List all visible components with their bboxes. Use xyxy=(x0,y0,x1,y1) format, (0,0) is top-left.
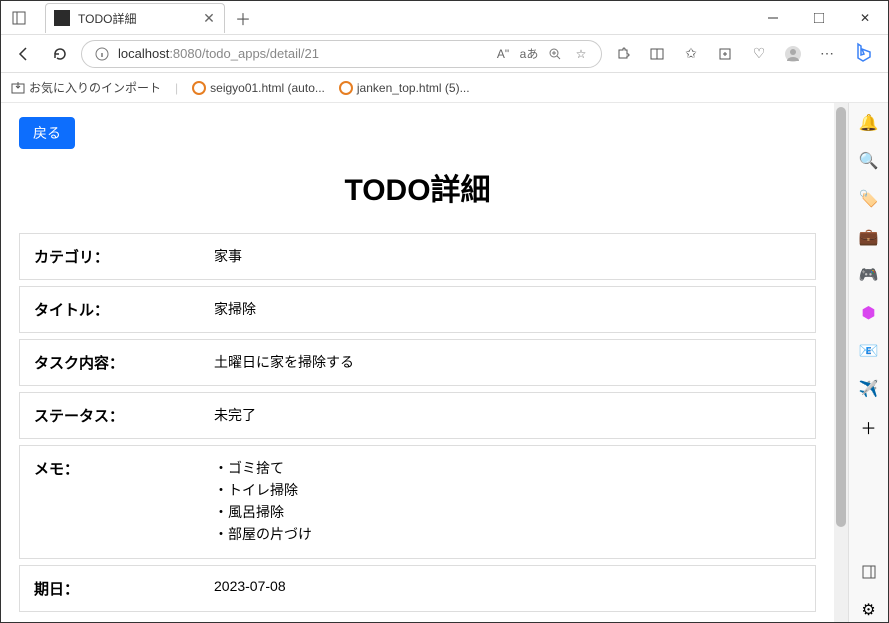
favorites-icon[interactable]: ✩ xyxy=(676,39,706,69)
bookmark-item-1[interactable]: seigyo01.html (auto... xyxy=(192,81,325,95)
label-category: カテゴリ： xyxy=(34,246,214,267)
scrollbar[interactable] xyxy=(834,103,848,622)
memo-line: ・風呂掃除 xyxy=(214,502,801,522)
bookmark-item-2[interactable]: janken_top.html (5)... xyxy=(339,81,470,95)
row-due: 期日： 2023-07-08 xyxy=(19,565,816,612)
label-task: タスク内容： xyxy=(34,352,214,373)
window-titlebar: TODO詳細 ✕ ＋ ✕ xyxy=(1,1,888,35)
performance-icon[interactable]: ♡ xyxy=(744,39,774,69)
bookmarks-bar: お気に入りのインポート | seigyo01.html (auto... jan… xyxy=(1,73,888,103)
tab-title: TODO詳細 xyxy=(78,10,194,27)
label-memo: メモ： xyxy=(34,458,214,546)
value-due: 2023-07-08 xyxy=(214,578,801,599)
site-info-icon[interactable] xyxy=(92,44,112,64)
label-status: ステータス： xyxy=(34,405,214,426)
reading-mode-icon[interactable]: A" xyxy=(493,44,513,64)
tab-actions-icon[interactable] xyxy=(5,4,33,32)
translate-icon[interactable]: aあ xyxy=(519,44,539,64)
address-bar[interactable]: localhost:8080/todo_apps/detail/21 A" aあ… xyxy=(81,40,602,68)
detail-table: カテゴリ： 家事 タイトル： 家掃除 タスク内容： 土曜日に家を掃除する ステー… xyxy=(19,233,816,612)
notifications-icon[interactable]: 🔔 xyxy=(857,111,881,135)
settings-gear-icon[interactable]: ⚙ xyxy=(857,598,881,622)
shopping-tag-icon[interactable]: 🏷️ xyxy=(857,187,881,211)
value-title: 家掃除 xyxy=(214,299,801,320)
main-wrapper: 戻る TODO詳細 カテゴリ： 家事 タイトル： 家掃除 タスク内容： 土曜日に… xyxy=(1,103,888,622)
value-memo: ・ゴミ捨て・トイレ掃除・風呂掃除・部屋の片づけ xyxy=(214,458,801,546)
value-status: 未完了 xyxy=(214,405,801,426)
search-icon[interactable]: 🔍 xyxy=(857,149,881,173)
split-screen-icon[interactable] xyxy=(642,39,672,69)
tab-favicon-icon xyxy=(54,10,70,26)
tab-strip: TODO詳細 ✕ ＋ xyxy=(33,1,257,34)
row-status: ステータス： 未完了 xyxy=(19,392,816,439)
refresh-button[interactable] xyxy=(45,39,75,69)
close-window-button[interactable]: ✕ xyxy=(842,2,888,34)
row-task: タスク内容： 土曜日に家を掃除する xyxy=(19,339,816,386)
bookmark-favicon-icon xyxy=(339,81,353,95)
zoom-icon[interactable] xyxy=(545,44,565,64)
value-task: 土曜日に家を掃除する xyxy=(214,352,801,373)
extension-icons: ✩ ♡ ⋯ xyxy=(608,37,880,71)
hide-sidebar-icon[interactable] xyxy=(857,560,881,584)
toolbar: localhost:8080/todo_apps/detail/21 A" aあ… xyxy=(1,35,888,73)
row-title: タイトル： 家掃除 xyxy=(19,286,816,333)
add-sidebar-icon[interactable]: ＋ xyxy=(857,415,881,439)
extension-puzzle-icon[interactable] xyxy=(608,39,638,69)
new-tab-button[interactable]: ＋ xyxy=(229,4,257,32)
send-icon[interactable]: ✈️ xyxy=(857,377,881,401)
bing-chat-icon[interactable] xyxy=(846,37,880,71)
import-icon xyxy=(11,81,25,95)
scrollbar-thumb[interactable] xyxy=(836,107,846,527)
memo-line: ・ゴミ捨て xyxy=(214,458,801,478)
memo-line: ・トイレ掃除 xyxy=(214,480,801,500)
window-controls: ✕ xyxy=(750,2,888,34)
memo-line: ・部屋の片づけ xyxy=(214,524,801,544)
value-category: 家事 xyxy=(214,246,801,267)
maximize-button[interactable] xyxy=(796,2,842,34)
bookmark-favicon-icon xyxy=(192,81,206,95)
browser-tab[interactable]: TODO詳細 ✕ xyxy=(45,3,225,33)
toolbox-icon[interactable]: 💼 xyxy=(857,225,881,249)
office-icon[interactable]: ⬢ xyxy=(857,301,881,325)
page-title: TODO詳細 xyxy=(19,165,816,209)
row-category: カテゴリ： 家事 xyxy=(19,233,816,280)
row-memo: メモ： ・ゴミ捨て・トイレ掃除・風呂掃除・部屋の片づけ xyxy=(19,445,816,559)
collections-icon[interactable] xyxy=(710,39,740,69)
profile-icon[interactable] xyxy=(778,39,808,69)
back-nav-button[interactable] xyxy=(9,39,39,69)
label-due: 期日： xyxy=(34,578,214,599)
back-button[interactable]: 戻る xyxy=(19,117,75,149)
tab-close-icon[interactable]: ✕ xyxy=(202,11,216,25)
minimize-button[interactable] xyxy=(750,2,796,34)
import-favorites-button[interactable]: お気に入りのインポート xyxy=(11,79,161,96)
label-title: タイトル： xyxy=(34,299,214,320)
page-content: 戻る TODO詳細 カテゴリ： 家事 タイトル： 家掃除 タスク内容： 土曜日に… xyxy=(1,103,834,622)
outlook-icon[interactable]: 📧 xyxy=(857,339,881,363)
edge-sidebar: 🔔 🔍 🏷️ 💼 🎮 ⬢ 📧 ✈️ ＋ ⚙ xyxy=(848,103,888,622)
url-text: localhost:8080/todo_apps/detail/21 xyxy=(118,46,487,61)
more-menu-icon[interactable]: ⋯ xyxy=(812,39,842,69)
favorite-star-icon[interactable]: ☆ xyxy=(571,44,591,64)
games-icon[interactable]: 🎮 xyxy=(857,263,881,287)
